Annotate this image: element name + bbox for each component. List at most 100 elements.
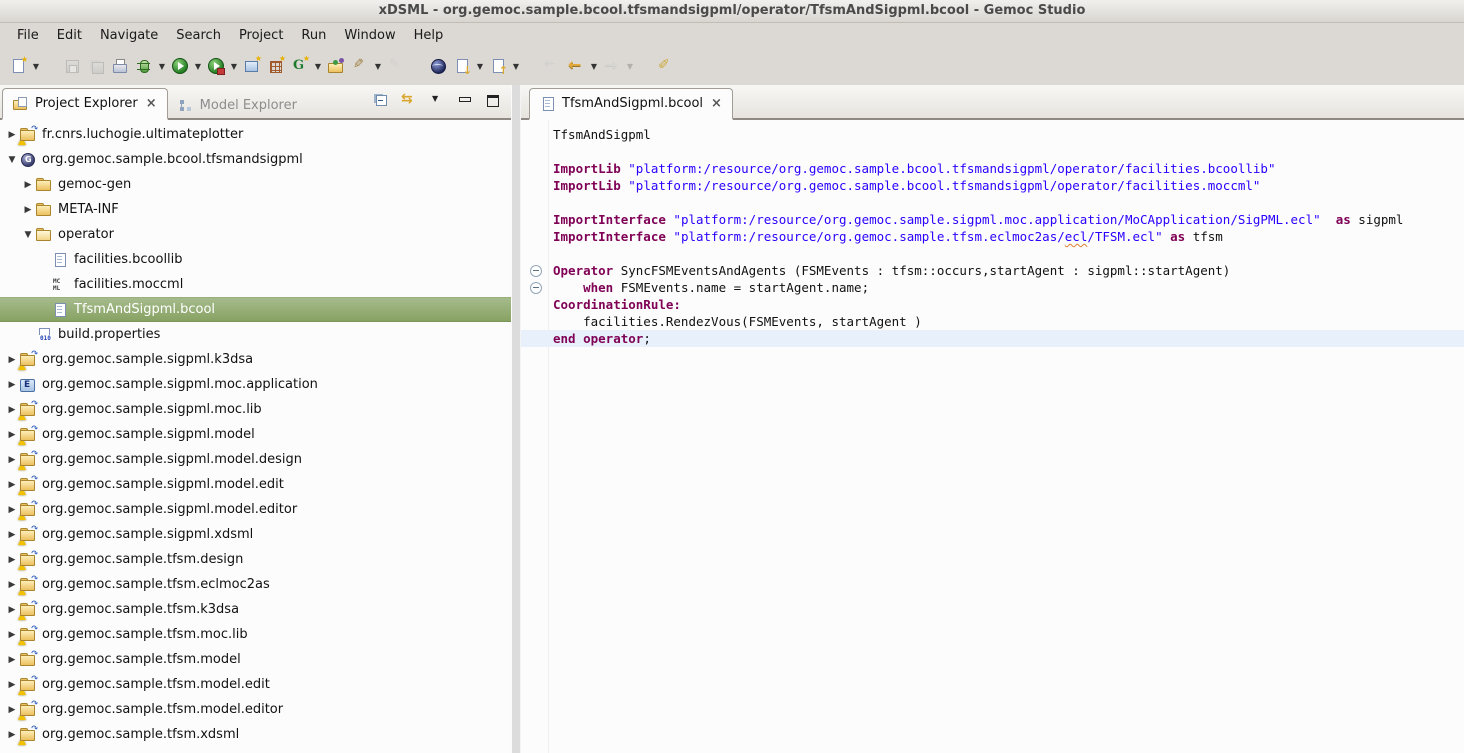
menu-edit[interactable]: Edit bbox=[48, 26, 91, 45]
code-editor[interactable]: TfsmAndSigpml ImportLib "platform:/resour… bbox=[521, 120, 1464, 753]
tree-item[interactable]: ▶↷org.gemoc.sample.tfsm.model bbox=[0, 647, 511, 672]
chevron-right-icon[interactable]: ▶ bbox=[4, 380, 20, 390]
chevron-right-icon[interactable]: ▶ bbox=[4, 655, 20, 665]
run-external-tools-button[interactable] bbox=[204, 54, 228, 78]
view-menu-button[interactable] bbox=[429, 92, 445, 112]
tree-item[interactable]: ▶↷fr.cnrs.luchogie.ultimateplotter bbox=[0, 122, 511, 147]
mark-occurrences-button[interactable] bbox=[348, 54, 372, 78]
close-icon[interactable]: × bbox=[146, 96, 157, 111]
tree-item[interactable]: ▶org.gemoc.sample.sigpml.moc.application bbox=[0, 372, 511, 397]
code-line[interactable]: TfsmAndSigpml bbox=[521, 126, 1464, 143]
tree-item[interactable]: ▶↷org.gemoc.sample.tfsm.moc.lib bbox=[0, 622, 511, 647]
maximize-button[interactable] bbox=[485, 92, 501, 112]
menu-help[interactable]: Help bbox=[405, 26, 453, 45]
tab-model-explorer[interactable]: Model Explorer bbox=[168, 91, 307, 120]
code-line[interactable]: when FSMEvents.name = startAgent.name; bbox=[521, 279, 1464, 296]
mark-occurrences-dropdown[interactable]: ▼ bbox=[372, 54, 384, 78]
tree-item[interactable]: ▶META-INF bbox=[0, 197, 511, 222]
project: ↷ bbox=[20, 627, 36, 643]
code-line[interactable]: end operator; bbox=[521, 330, 1464, 347]
tree-item[interactable]: ▶↷org.gemoc.sample.tfsm.model.editor bbox=[0, 697, 511, 722]
pin-editor-button bbox=[384, 54, 408, 78]
chevron-right-icon[interactable]: ▶ bbox=[20, 180, 36, 190]
fold-collapse-icon[interactable] bbox=[530, 282, 542, 294]
new-wizard-dropdown[interactable]: ▼ bbox=[30, 54, 42, 78]
menu-run[interactable]: Run bbox=[292, 26, 335, 45]
tab-project-explorer[interactable]: Project Explorer× bbox=[2, 88, 168, 120]
tree-item[interactable]: ▶↷org.gemoc.sample.sigpml.xdsml bbox=[0, 522, 511, 547]
tree-item[interactable]: ▶↷org.gemoc.sample.sigpml.model bbox=[0, 422, 511, 447]
code-line[interactable]: Operator SyncFSMEventsAndAgents (FSMEven… bbox=[521, 262, 1464, 279]
close-icon[interactable]: × bbox=[711, 96, 722, 111]
back-dropdown[interactable]: ▼ bbox=[588, 54, 600, 78]
tree-item[interactable]: ▶↷org.gemoc.sample.tfsm.model.edit bbox=[0, 672, 511, 697]
new-gemoc-project-dropdown[interactable]: ▼ bbox=[312, 54, 324, 78]
menu-file[interactable]: File bbox=[8, 26, 48, 45]
code-line[interactable] bbox=[521, 143, 1464, 160]
previous-annotation-dropdown[interactable]: ▼ bbox=[510, 54, 522, 78]
new-gemoc-project-button[interactable] bbox=[288, 54, 312, 78]
file bbox=[52, 302, 68, 318]
code-line[interactable]: ImportInterface "platform:/resource/org.… bbox=[521, 228, 1464, 245]
highlighter-button[interactable] bbox=[654, 54, 678, 78]
code-line[interactable] bbox=[521, 194, 1464, 211]
code-line[interactable]: CoordinationRule: bbox=[521, 296, 1464, 313]
tree-item[interactable]: ▶↷org.gemoc.sample.sigpml.model.design bbox=[0, 447, 511, 472]
tree-item[interactable]: ▼org.gemoc.sample.bcool.tfsmandsigpml bbox=[0, 147, 511, 172]
link-with-editor-button[interactable] bbox=[401, 92, 417, 112]
minimize-button[interactable] bbox=[457, 92, 473, 112]
project-explorer-tree: ▶↷fr.cnrs.luchogie.ultimateplotter▼org.g… bbox=[0, 120, 511, 753]
menu-project[interactable]: Project bbox=[230, 26, 292, 45]
code-line[interactable] bbox=[521, 245, 1464, 262]
tree-item[interactable]: ▶↷org.gemoc.sample.sigpml.model.editor bbox=[0, 497, 511, 522]
plugin-overlay-icon: ↷ bbox=[31, 424, 38, 433]
run-external-tools-dropdown[interactable]: ▼ bbox=[228, 54, 240, 78]
open-browser-button[interactable] bbox=[426, 54, 450, 78]
new-grid-wizard-button[interactable] bbox=[264, 54, 288, 78]
new-wizard-button[interactable] bbox=[6, 54, 30, 78]
tree-item[interactable]: facilities.bcoollib bbox=[0, 247, 511, 272]
tree-item-label: facilities.bcoollib bbox=[74, 252, 183, 267]
tree-item[interactable]: ▶↷org.gemoc.sample.tfsm.k3dsa bbox=[0, 597, 511, 622]
code-line[interactable]: ImportLib "platform:/resource/org.gemoc.… bbox=[521, 160, 1464, 177]
tree-item[interactable]: ▼operator bbox=[0, 222, 511, 247]
chevron-down-icon[interactable]: ▼ bbox=[20, 230, 36, 240]
debug-button[interactable] bbox=[132, 54, 156, 78]
gemoc bbox=[20, 152, 36, 168]
tree-item[interactable]: facilities.moccml bbox=[0, 272, 511, 297]
back-button[interactable] bbox=[564, 54, 588, 78]
chevron-down-icon[interactable]: ▼ bbox=[4, 155, 20, 165]
run-button[interactable] bbox=[168, 54, 192, 78]
code-line[interactable]: ImportLib "platform:/resource/org.gemoc.… bbox=[521, 177, 1464, 194]
menu-window[interactable]: Window bbox=[335, 26, 404, 45]
tree-item[interactable]: TfsmAndSigpml.bcool bbox=[0, 297, 511, 322]
panel-sash[interactable] bbox=[511, 85, 521, 753]
tab-tfsmandsigpml.bcool[interactable]: TfsmAndSigpml.bcool× bbox=[529, 88, 733, 120]
tree-item[interactable]: build.properties bbox=[0, 322, 511, 347]
next-annotation-button[interactable] bbox=[450, 54, 474, 78]
debug-dropdown[interactable]: ▼ bbox=[156, 54, 168, 78]
tree-item[interactable]: ▶↷org.gemoc.sample.tfsm.design bbox=[0, 547, 511, 572]
open-element-button[interactable] bbox=[324, 54, 348, 78]
tree-item[interactable]: ▶↷org.gemoc.sample.tfsm.eclmoc2as bbox=[0, 572, 511, 597]
tree-item[interactable]: ▶gemoc-gen bbox=[0, 172, 511, 197]
gemoc-studio-window: xDSML - org.gemoc.sample.bcool.tfsmandsi… bbox=[0, 0, 1464, 753]
explorer-tabs: Project Explorer×Model Explorer bbox=[2, 88, 307, 118]
chevron-right-icon[interactable]: ▶ bbox=[20, 205, 36, 215]
tree-item[interactable]: ▶↷org.gemoc.sample.tfsm.xdsml bbox=[0, 722, 511, 747]
tree-item[interactable]: ▶↷org.gemoc.sample.sigpml.model.edit bbox=[0, 472, 511, 497]
new-diagram-wizard-button[interactable] bbox=[240, 54, 264, 78]
menu-search[interactable]: Search bbox=[167, 26, 230, 45]
run-dropdown[interactable]: ▼ bbox=[192, 54, 204, 78]
previous-annotation-button[interactable] bbox=[486, 54, 510, 78]
menu-navigate[interactable]: Navigate bbox=[91, 26, 167, 45]
fold-collapse-icon[interactable] bbox=[530, 265, 542, 277]
print-button[interactable] bbox=[108, 54, 132, 78]
plugin-overlay-icon: ↷ bbox=[31, 499, 38, 508]
collapse-all-button[interactable] bbox=[373, 92, 389, 112]
tree-item[interactable]: ▶↷org.gemoc.sample.sigpml.k3dsa bbox=[0, 347, 511, 372]
next-annotation-dropdown[interactable]: ▼ bbox=[474, 54, 486, 78]
tree-item[interactable]: ▶↷org.gemoc.sample.sigpml.moc.lib bbox=[0, 397, 511, 422]
code-line[interactable]: ImportInterface "platform:/resource/org.… bbox=[521, 211, 1464, 228]
code-line[interactable]: facilities.RendezVous(FSMEvents, startAg… bbox=[521, 313, 1464, 330]
